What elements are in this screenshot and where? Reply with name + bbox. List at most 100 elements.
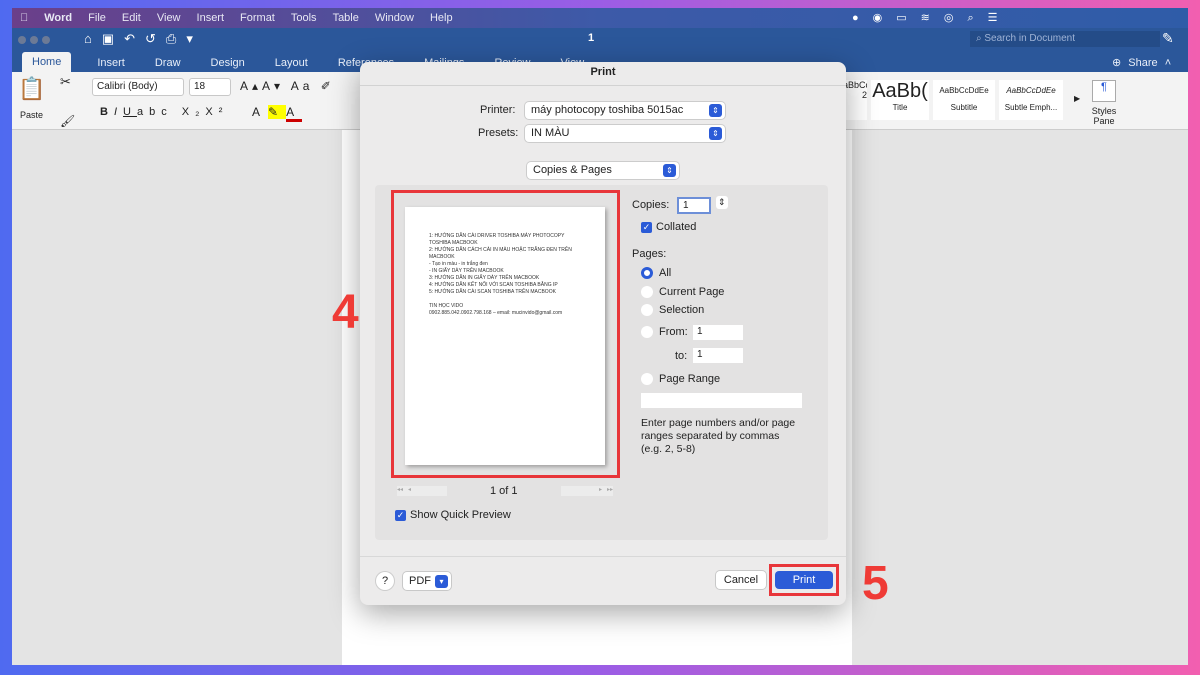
radio-from[interactable]: From: <box>641 326 688 339</box>
styles-gallery: AaBbCcDdEe2 AaBb(Title AaBbCcDdEeSubtitl… <box>837 80 1063 120</box>
format-painter-icon[interactable]: 🖌 <box>60 114 75 128</box>
menu-window[interactable]: Window <box>375 12 414 24</box>
paste-label[interactable]: Paste <box>20 110 43 120</box>
cancel-button[interactable]: Cancel <box>716 571 766 589</box>
copies-stepper[interactable]: ⇕ <box>716 196 728 209</box>
radio-current-page[interactable]: Current Page <box>641 286 725 299</box>
show-quick-preview-checkbox[interactable]: ✓ Show Quick Preview <box>395 509 511 521</box>
radio-page-range[interactable]: Page Range <box>641 373 721 386</box>
tab-home[interactable]: Home <box>22 52 72 72</box>
page-range-input[interactable] <box>641 393 802 408</box>
tab-design[interactable]: Design <box>207 54 249 72</box>
page-range-hint: Enter page numbers and/or page ranges se… <box>641 417 796 455</box>
radio-current-label: Current Page <box>659 286 725 298</box>
chevron-down-icon: ▾ <box>435 575 448 588</box>
radio-from-label: From: <box>659 326 688 338</box>
radio-selection[interactable]: Selection <box>641 304 705 317</box>
radio-selected-icon <box>641 267 653 280</box>
divider <box>360 85 846 86</box>
style-sample: AaBbCcDdEe <box>1006 86 1056 95</box>
radio-selection-label: Selection <box>659 304 705 316</box>
printer-label: Printer: <box>480 104 516 116</box>
annotation-box-preview <box>391 190 620 478</box>
title-toolbar: ⌂▣↶↺⎙▾ 1 ⌕ Search in Document ✎ <box>12 28 1188 50</box>
font-size-select[interactable]: 18 <box>189 78 231 96</box>
radio-icon <box>641 304 653 317</box>
presets-select[interactable]: IN MÀU ⇕ <box>525 125 725 142</box>
collated-checkbox[interactable]: ✓ Collated <box>641 221 696 233</box>
style-name: Subtle Emph... <box>1004 103 1058 112</box>
check-icon: ✓ <box>641 221 652 233</box>
section-select[interactable]: Copies & Pages ⇕ <box>527 162 679 179</box>
tab-draw[interactable]: Draw <box>151 54 185 72</box>
share-label: Share <box>1128 57 1158 69</box>
menu-tools[interactable]: Tools <box>291 12 317 24</box>
styles-pane-label[interactable]: Styles Pane <box>1086 106 1122 126</box>
radio-all-label: All <box>659 267 672 279</box>
pdf-menu-button[interactable]: PDF ▾ <box>403 572 451 590</box>
from-input[interactable]: 1 <box>693 325 743 340</box>
check-icon: ✓ <box>395 509 406 521</box>
printer-select[interactable]: máy photocopy toshiba 5015ac ⇕ <box>525 102 725 119</box>
font-tools-icons[interactable]: A▴A▾ Aa ✐ <box>240 79 335 93</box>
preview-first-prev-buttons[interactable]: ◂◂ ◂ <box>397 486 447 496</box>
preview-next-last-buttons[interactable]: ▸ ▸▸ <box>561 486 613 496</box>
radio-icon <box>641 286 653 299</box>
pages-label: Pages: <box>632 248 667 260</box>
style-subtitle[interactable]: AaBbCcDdEe Subtitle <box>933 80 995 120</box>
chevron-updown-icon: ⇕ <box>709 104 722 117</box>
annotation-box-print <box>769 564 839 596</box>
window-controls[interactable] <box>18 35 54 47</box>
color-icons[interactable]: A✎A <box>252 105 303 122</box>
menu-file[interactable]: File <box>88 12 106 24</box>
style-name: Subtitle <box>950 103 978 112</box>
radio-all[interactable]: All <box>641 267 672 280</box>
to-input[interactable]: 1 <box>693 348 743 363</box>
search-input[interactable]: ⌕ Search in Document <box>970 31 1160 47</box>
step-4-label: 4 <box>332 286 359 339</box>
share-button[interactable]: ⊕ Share ˄ <box>1108 53 1175 72</box>
cut-icon[interactable]: ✂ <box>60 74 71 90</box>
presets-label: Presets: <box>478 127 519 139</box>
tab-insert[interactable]: Insert <box>93 54 129 72</box>
section-value: Copies & Pages <box>533 164 612 176</box>
help-button[interactable]: ? <box>376 572 394 590</box>
menu-bar:  Word File Edit View Insert Format Tool… <box>12 8 1188 28</box>
presets-value: IN MÀU <box>531 127 570 139</box>
feedback-icon[interactable]: ✎ <box>1162 30 1174 47</box>
tab-layout[interactable]: Layout <box>271 54 312 72</box>
font-name-select[interactable]: Calibri (Body) <box>92 78 184 96</box>
status-icons[interactable]: ●◉▭≋◎⌕☰ <box>852 11 1011 25</box>
printer-value: máy photocopy toshiba 5015ac <box>531 104 684 116</box>
to-label: to: <box>675 350 688 362</box>
menu-app[interactable]: Word <box>44 12 72 24</box>
menu-table[interactable]: Table <box>333 12 359 24</box>
page-counter: 1 of 1 <box>490 485 518 497</box>
menu-view[interactable]: View <box>157 12 181 24</box>
styles-more-arrow[interactable]: ▶ <box>1074 94 1080 103</box>
search-placeholder: Search in Document <box>984 33 1075 44</box>
text-format-icons[interactable]: BIUabc X₂X² <box>100 106 228 118</box>
style-name: Title <box>892 103 908 112</box>
collated-label: Collated <box>656 221 697 233</box>
menu-help[interactable]: Help <box>430 12 453 24</box>
radio-icon <box>641 326 653 339</box>
style-subtle-emphasis[interactable]: AaBbCcDdEe Subtle Emph... <box>999 80 1063 120</box>
paste-icon[interactable]: 📋 <box>18 76 45 102</box>
styles-pane-icon[interactable]: ¶ <box>1092 80 1116 102</box>
apple-icon[interactable]:  <box>20 12 28 24</box>
menu-insert[interactable]: Insert <box>197 12 225 24</box>
pdf-label: PDF <box>409 575 431 587</box>
copies-label: Copies: <box>632 199 670 211</box>
divider <box>360 556 846 557</box>
radio-icon <box>641 373 653 386</box>
quick-access-icons[interactable]: ⌂▣↶↺⎙▾ <box>84 31 203 47</box>
style-title[interactable]: AaBb(Title <box>871 80 929 120</box>
radio-range-label: Page Range <box>659 373 721 385</box>
menu-format[interactable]: Format <box>240 12 275 24</box>
show-quick-preview-label: Show Quick Preview <box>410 509 511 521</box>
chevron-updown-icon: ⇕ <box>663 164 676 177</box>
copies-input[interactable]: 1 <box>677 197 711 214</box>
menu-edit[interactable]: Edit <box>122 12 141 24</box>
dialog-title: Print <box>590 66 616 78</box>
